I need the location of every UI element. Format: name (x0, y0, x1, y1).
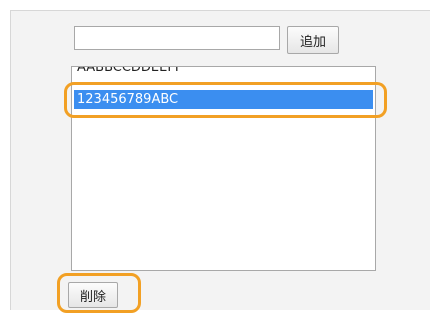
entry-input[interactable] (74, 26, 280, 50)
delete-button[interactable]: 削除 (68, 282, 118, 308)
list-item-selected[interactable]: 123456789ABC (74, 90, 373, 109)
entry-listbox[interactable]: AABBCCDDEEFF 123456789ABC (71, 66, 376, 271)
list-item[interactable]: AABBCCDDEEFF (74, 67, 373, 77)
add-button[interactable]: 追加 (287, 26, 339, 54)
